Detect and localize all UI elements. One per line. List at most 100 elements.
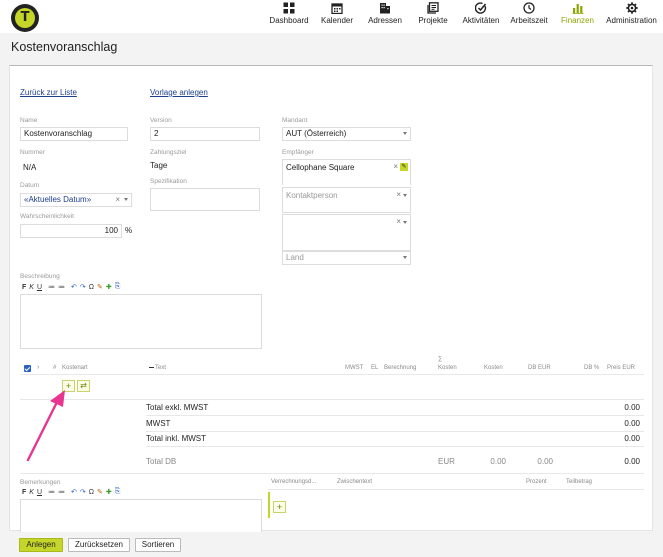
chevron-down-icon xyxy=(403,132,407,135)
redo-icon[interactable]: ↷ xyxy=(80,283,86,291)
underline-button[interactable]: U xyxy=(37,489,42,496)
clear-icon[interactable]: × xyxy=(393,162,398,172)
nav-item-dashboard[interactable]: Dashboard xyxy=(268,2,310,32)
table-divider xyxy=(20,399,644,400)
app-root: T Dashboard Kalender Adressen Projekte A… xyxy=(0,0,663,557)
pencil-icon[interactable]: ✎ xyxy=(97,488,103,496)
chevron-down-icon xyxy=(403,194,407,197)
total-inkl-value: 0.00 xyxy=(624,434,640,443)
underline-button[interactable]: U xyxy=(37,284,42,291)
undo-icon[interactable]: ↶ xyxy=(71,283,77,291)
bullet-list-icon[interactable]: ≔ xyxy=(58,283,65,291)
nav-label: Kalender xyxy=(320,16,354,25)
special-char-icon[interactable]: Ω xyxy=(89,284,94,291)
nav-label: Projekte xyxy=(418,16,448,25)
top-nav-bar: T Dashboard Kalender Adressen Projekte A… xyxy=(0,0,663,33)
anlegen-button[interactable]: Anlegen xyxy=(19,538,63,552)
mandant-select[interactable]: AUT (Österreich) xyxy=(282,127,411,141)
zahlungsziel-value[interactable]: Tage xyxy=(150,161,167,170)
reorder-button[interactable]: ⇄ xyxy=(77,380,90,392)
th-nr: # xyxy=(53,365,57,371)
th-kosten: Kosten xyxy=(484,365,503,371)
th-berechnung: Berechnung xyxy=(384,365,417,371)
select-all-checkbox[interactable] xyxy=(24,365,31,372)
nav-item-adressen[interactable]: Adressen xyxy=(366,2,404,32)
logo-letter: T xyxy=(15,8,35,28)
projects-icon xyxy=(427,2,439,14)
bemerkungen-editor-toolbar: F K U ≔ ≔ ↶ ↷ Ω ✎ ✚ ⎘ xyxy=(22,488,120,496)
land-placeholder: Land xyxy=(286,253,304,262)
datum-select[interactable]: «Aktuelles Datum» × xyxy=(20,193,132,207)
chevron-down-icon xyxy=(124,198,128,201)
version-input[interactable]: 2 xyxy=(150,127,260,141)
nav-label: Aktivitäten xyxy=(462,16,500,25)
page-title: Kostenvoranschlag xyxy=(11,40,118,54)
chevron-down-icon xyxy=(403,221,407,224)
edit-icon[interactable]: ✎ xyxy=(400,163,408,171)
th-preis-eur: Preis EUR xyxy=(607,365,636,371)
remarks-header-divider xyxy=(268,489,644,490)
nav-label: Adressen xyxy=(368,16,402,25)
nummer-value: N/A xyxy=(23,163,37,172)
kontaktperson-select[interactable]: Kontaktperson × xyxy=(282,187,411,213)
total-db-preis: 0.00 xyxy=(624,457,640,466)
th-db-eur: DB EUR xyxy=(528,365,551,371)
nav-item-administration[interactable]: Administration xyxy=(605,2,658,32)
totals-divider xyxy=(146,446,644,447)
clear-icon[interactable]: × xyxy=(396,217,401,227)
total-exkl-value: 0.00 xyxy=(624,403,640,412)
beschreibung-editor-toolbar: F K U ≔ ≔ ↶ ↷ Ω ✎ ✚ ⎘ xyxy=(22,283,120,291)
clear-icon[interactable]: × xyxy=(115,195,120,205)
calendar-icon xyxy=(331,3,343,14)
puzzle-icon[interactable]: ✚ xyxy=(106,283,112,291)
back-to-list-link[interactable]: Zurück zur Liste xyxy=(20,88,77,97)
clear-icon[interactable]: × xyxy=(396,190,401,200)
beschreibung-editor[interactable] xyxy=(20,294,262,349)
kontaktperson-placeholder: Kontaktperson xyxy=(286,191,338,200)
expand-chevron-icon[interactable]: › xyxy=(37,364,39,371)
nav-item-aktivitaeten[interactable]: Aktivitäten xyxy=(461,2,501,32)
bold-button[interactable]: F xyxy=(22,284,26,291)
special-char-icon[interactable]: Ω xyxy=(89,489,94,496)
nav-item-arbeitszeit[interactable]: Arbeitszeit xyxy=(509,2,549,32)
sortieren-button[interactable]: Sortieren xyxy=(135,538,181,552)
logo[interactable]: T xyxy=(11,4,39,32)
spezifikation-textarea[interactable] xyxy=(150,188,260,211)
pencil-icon[interactable]: ✎ xyxy=(97,283,103,291)
italic-button[interactable]: K xyxy=(29,489,34,496)
bullet-list-icon[interactable]: ≔ xyxy=(58,488,65,496)
copy-icon[interactable]: ⎘ xyxy=(115,283,121,291)
active-row-marker xyxy=(268,492,270,518)
name-label: Name xyxy=(20,117,38,124)
bemerkungen-label: Bemerkungen xyxy=(20,479,61,486)
empfaenger-value: Cellophane Square xyxy=(286,163,355,172)
empfaenger-select[interactable]: Cellophane Square × ✎ xyxy=(282,159,411,185)
nav-label: Finanzen xyxy=(561,16,594,25)
nav-item-kalender[interactable]: Kalender xyxy=(319,2,355,32)
land-select[interactable]: Land xyxy=(282,251,411,265)
datum-label: Datum xyxy=(20,182,40,189)
create-template-link[interactable]: Vorlage anlegen xyxy=(150,88,208,97)
mandant-label: Mandant xyxy=(282,117,308,124)
italic-button[interactable]: K xyxy=(29,284,34,291)
th-zwischentext: Zwischentext xyxy=(337,479,373,485)
ordered-list-icon[interactable]: ≔ xyxy=(48,488,55,496)
zuruecksetzen-button[interactable]: Zurücksetzen xyxy=(68,538,130,552)
nav-item-finanzen[interactable]: Finanzen xyxy=(559,2,596,32)
nav-item-projekte[interactable]: Projekte xyxy=(416,2,450,32)
name-input[interactable]: Kostenvoranschlag xyxy=(20,127,128,141)
bemerkungen-editor[interactable] xyxy=(20,499,262,532)
bold-button[interactable]: F xyxy=(22,489,26,496)
th-verrechnung: Verrechnungsd... xyxy=(271,479,317,485)
redo-icon[interactable]: ↷ xyxy=(80,488,86,496)
address-select[interactable]: × xyxy=(282,214,411,251)
wahrscheinlichkeit-input[interactable]: 100 xyxy=(20,224,122,238)
mwst-value: 0.00 xyxy=(624,419,640,428)
form-card: Zurück zur Liste Vorlage anlegen Name Ko… xyxy=(9,65,653,532)
ordered-list-icon[interactable]: ≔ xyxy=(48,283,55,291)
copy-icon[interactable]: ⎘ xyxy=(115,488,121,496)
beschreibung-label: Beschreibung xyxy=(20,273,60,280)
puzzle-icon[interactable]: ✚ xyxy=(106,488,112,496)
add-remark-button[interactable]: + xyxy=(273,501,286,513)
undo-icon[interactable]: ↶ xyxy=(71,488,77,496)
